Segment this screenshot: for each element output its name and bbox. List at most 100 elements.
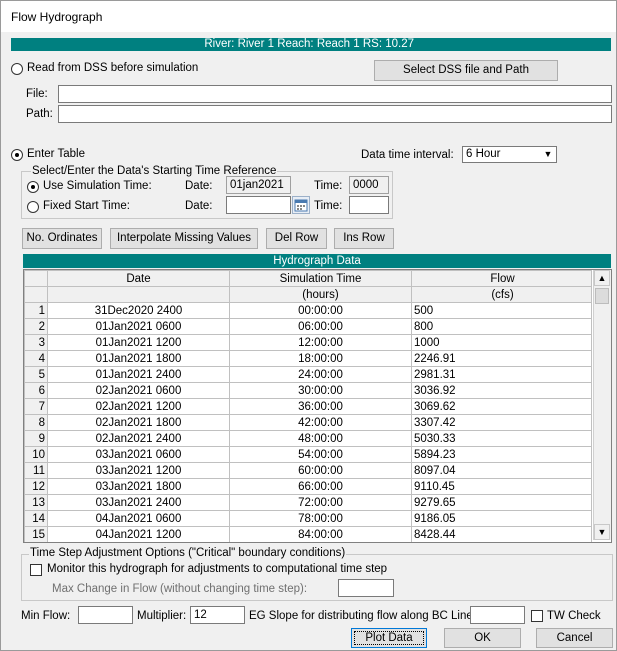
sim-time-cell[interactable]: 30:00:00 [229,382,412,399]
sim-time-cell[interactable]: 72:00:00 [229,494,412,511]
fixed-date-input[interactable] [226,196,291,214]
table-row[interactable]: 11 03Jan2021 1200 60:00:00 8097.04 [24,462,592,479]
flow-cell[interactable]: 9279.65 [411,494,592,511]
date-cell[interactable]: 01Jan2021 0600 [47,318,230,335]
date-cell[interactable]: 04Jan2021 1200 [47,526,230,542]
table-row[interactable]: 2 01Jan2021 0600 06:00:00 800 [24,318,592,335]
table-row[interactable]: 8 02Jan2021 1800 42:00:00 3307.42 [24,414,592,431]
table-row[interactable]: 15 04Jan2021 1200 84:00:00 8428.44 [24,526,592,542]
sim-time-cell[interactable]: 60:00:00 [229,462,412,479]
flow-cell[interactable]: 9110.45 [411,478,592,495]
select-dss-button[interactable]: Select DSS file and Path [374,60,558,81]
table-row[interactable]: 1 31Dec2020 2400 00:00:00 500 [24,302,592,319]
flow-cell[interactable]: 9186.05 [411,510,592,527]
fixed-start-radio[interactable] [27,201,39,213]
flow-cell[interactable]: 3036.92 [411,382,592,399]
scroll-thumb[interactable] [595,288,609,304]
table-row[interactable]: 14 04Jan2021 0600 78:00:00 9186.05 [24,510,592,527]
date-cell[interactable]: 02Jan2021 1800 [47,414,230,431]
flow-cell[interactable]: 3307.42 [411,414,592,431]
table-row[interactable]: 5 01Jan2021 2400 24:00:00 2981.31 [24,366,592,383]
min-flow-input[interactable] [78,606,133,624]
table-row[interactable]: 9 02Jan2021 2400 48:00:00 5030.33 [24,430,592,447]
date-cell[interactable]: 02Jan2021 0600 [47,382,230,399]
no-ordinates-button[interactable]: No. Ordinates [22,228,102,249]
sim-time-cell[interactable]: 18:00:00 [229,350,412,367]
table-row[interactable]: 13 03Jan2021 2400 72:00:00 9279.65 [24,494,592,511]
read-dss-radio[interactable] [11,63,23,75]
sim-time-cell[interactable]: 24:00:00 [229,366,412,383]
flow-cell[interactable]: 500 [411,302,592,319]
flow-cell[interactable]: 3069.62 [411,398,592,415]
title-bar[interactable]: Flow Hydrograph [1,1,616,32]
date-cell[interactable]: 03Jan2021 1800 [47,478,230,495]
interval-label: Data time interval: [361,149,454,161]
sim-time-label: Time: [314,180,343,192]
flow-cell[interactable]: 2981.31 [411,366,592,383]
file-input[interactable] [58,85,612,103]
arrow-up-icon[interactable]: ▲ [594,270,610,286]
interval-select[interactable]: 6 Hour ▼ [462,146,557,163]
calendar-icon[interactable] [292,196,310,214]
enter-table-radio[interactable] [11,149,23,161]
flow-cell[interactable]: 8097.04 [411,462,592,479]
monitor-checkbox[interactable] [30,564,42,576]
sim-time-cell[interactable]: 06:00:00 [229,318,412,335]
sim-time-cell[interactable]: 78:00:00 [229,510,412,527]
sim-time-cell[interactable]: 66:00:00 [229,478,412,495]
hydrograph-grid[interactable]: Date Simulation Time Flow (hours) (cfs) … [23,269,612,543]
sim-time-cell[interactable]: 48:00:00 [229,430,412,447]
tw-check-checkbox[interactable] [531,610,543,622]
date-cell[interactable]: 01Jan2021 1200 [47,334,230,351]
table-row[interactable]: 6 02Jan2021 0600 30:00:00 3036.92 [24,382,592,399]
row-number-cell: 7 [24,398,48,415]
row-number-cell: 9 [24,430,48,447]
sim-time-cell[interactable]: 12:00:00 [229,334,412,351]
date-cell[interactable]: 03Jan2021 0600 [47,446,230,463]
units-corner-cell [24,286,48,303]
chevron-down-icon[interactable]: ▼ [540,147,556,162]
ins-row-button[interactable]: Ins Row [334,228,394,249]
date-cell[interactable]: 04Jan2021 0600 [47,510,230,527]
grid-scrollbar[interactable]: ▲ ▼ [593,270,611,540]
table-row[interactable]: 10 03Jan2021 0600 54:00:00 5894.23 [24,446,592,463]
sim-time-cell[interactable]: 42:00:00 [229,414,412,431]
use-sim-time-radio[interactable] [27,181,39,193]
table-row[interactable]: 4 01Jan2021 1800 18:00:00 2246.91 [24,350,592,367]
table-row[interactable]: 12 03Jan2021 1800 66:00:00 9110.45 [24,478,592,495]
del-row-button[interactable]: Del Row [266,228,327,249]
table-row[interactable]: 7 02Jan2021 1200 36:00:00 3069.62 [24,398,592,415]
flow-cell[interactable]: 1000 [411,334,592,351]
cancel-button[interactable]: Cancel [536,628,613,648]
date-cell[interactable]: 31Dec2020 2400 [47,302,230,319]
path-input[interactable] [58,105,612,123]
arrow-down-icon[interactable]: ▼ [594,524,610,540]
sim-time-cell[interactable]: 54:00:00 [229,446,412,463]
flow-cell[interactable]: 5894.23 [411,446,592,463]
header-flow: Flow [411,270,592,287]
flow-cell[interactable]: 2246.91 [411,350,592,367]
ok-button[interactable]: OK [444,628,521,648]
date-cell[interactable]: 03Jan2021 2400 [47,494,230,511]
flow-cell[interactable]: 8428.44 [411,526,592,542]
date-cell[interactable]: 01Jan2021 1800 [47,350,230,367]
sim-time-cell[interactable]: 00:00:00 [229,302,412,319]
flow-cell[interactable]: 800 [411,318,592,335]
date-cell[interactable]: 02Jan2021 1200 [47,398,230,415]
max-change-input[interactable] [338,579,394,597]
date-cell[interactable]: 03Jan2021 1200 [47,462,230,479]
sim-time-cell[interactable]: 84:00:00 [229,526,412,542]
fixed-date-label: Date: [185,200,213,212]
multiplier-label: Multiplier: [137,610,187,622]
flow-cell[interactable]: 5030.33 [411,430,592,447]
plot-data-button[interactable]: Plot Data [351,628,427,648]
multiplier-input[interactable]: 12 [190,606,245,624]
sim-time-cell[interactable]: 36:00:00 [229,398,412,415]
header-date: Date [47,270,230,287]
table-row[interactable]: 3 01Jan2021 1200 12:00:00 1000 [24,334,592,351]
eg-slope-input[interactable] [470,606,525,624]
fixed-time-input[interactable] [349,196,389,214]
interpolate-button[interactable]: Interpolate Missing Values [110,228,258,249]
date-cell[interactable]: 01Jan2021 2400 [47,366,230,383]
date-cell[interactable]: 02Jan2021 2400 [47,430,230,447]
